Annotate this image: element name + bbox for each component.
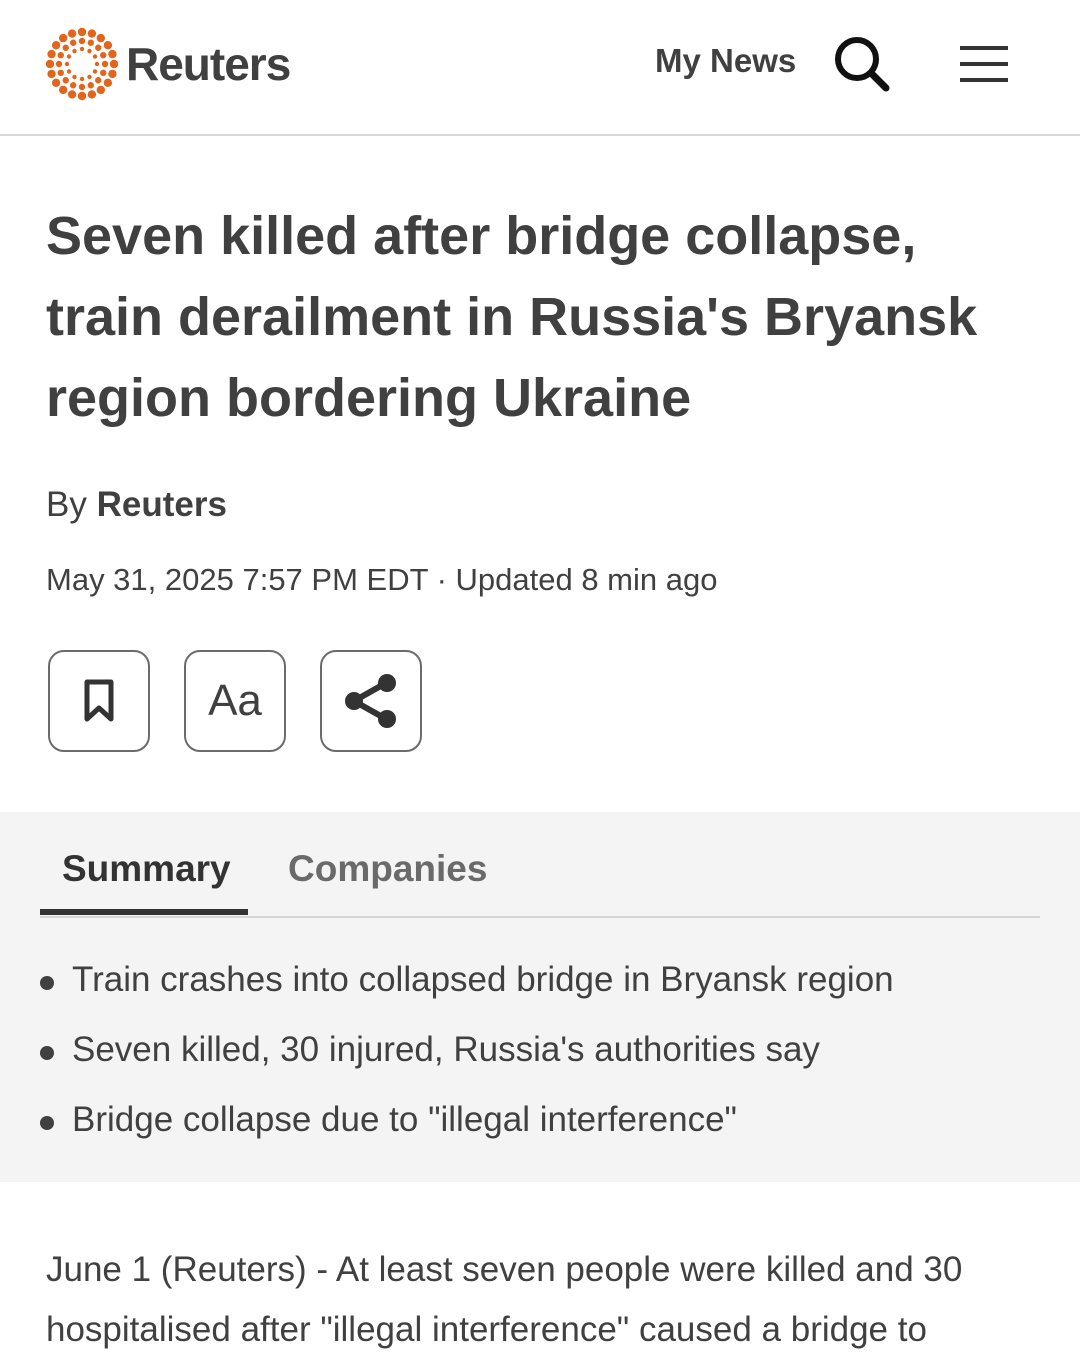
- bookmark-icon: [84, 679, 114, 722]
- search-button[interactable]: [832, 34, 894, 96]
- reuters-logo[interactable]: Reuters: [44, 26, 291, 102]
- search-icon: [835, 37, 890, 92]
- share-icon: [345, 674, 396, 728]
- menu-button[interactable]: [958, 44, 1010, 84]
- summary-item-text: Train crashes into collapsed bridge in B…: [72, 960, 894, 999]
- reuters-logo-icon: [45, 27, 119, 101]
- byline: By Reuters: [46, 485, 227, 525]
- my-news-link[interactable]: My News: [655, 42, 796, 80]
- byline-prefix: By: [46, 485, 87, 524]
- summary-panel: Summary Companies Train crashes into col…: [0, 812, 1080, 1182]
- bullet-icon: [40, 1116, 54, 1130]
- summary-item: Train crashes into collapsed bridge in B…: [40, 950, 894, 1020]
- article-dateline: May 31, 2025 7:57 PM EDT · Updated 8 min…: [46, 562, 718, 597]
- tab-summary[interactable]: Summary: [62, 848, 231, 890]
- article-body-paragraph: June 1 (Reuters) - At least seven people…: [46, 1250, 963, 1349]
- font-size-button[interactable]: Aa: [184, 650, 286, 752]
- summary-item: Seven killed, 30 injured, Russia's autho…: [40, 1020, 894, 1090]
- bookmark-button[interactable]: [48, 650, 150, 752]
- hamburger-menu-icon: [960, 46, 1008, 82]
- summary-item-text: Seven killed, 30 injured, Russia's autho…: [72, 1030, 820, 1069]
- article-headline: Seven killed after bridge collapse, trai…: [46, 206, 978, 428]
- brand-name: Reuters: [126, 38, 291, 90]
- bullet-icon: [40, 1046, 54, 1060]
- active-tab-indicator: [40, 909, 248, 915]
- site-header: Reuters My News: [0, 0, 1080, 136]
- summary-list: Train crashes into collapsed bridge in B…: [40, 950, 894, 1160]
- summary-item-text: Bridge collapse due to "illegal interfer…: [72, 1100, 737, 1139]
- tab-companies[interactable]: Companies: [288, 848, 487, 890]
- summary-item: Bridge collapse due to "illegal interfer…: [40, 1090, 894, 1160]
- bullet-icon: [40, 976, 54, 990]
- byline-author[interactable]: Reuters: [97, 485, 227, 524]
- share-button[interactable]: [320, 650, 422, 752]
- summary-tabs: Summary Companies: [40, 812, 1040, 918]
